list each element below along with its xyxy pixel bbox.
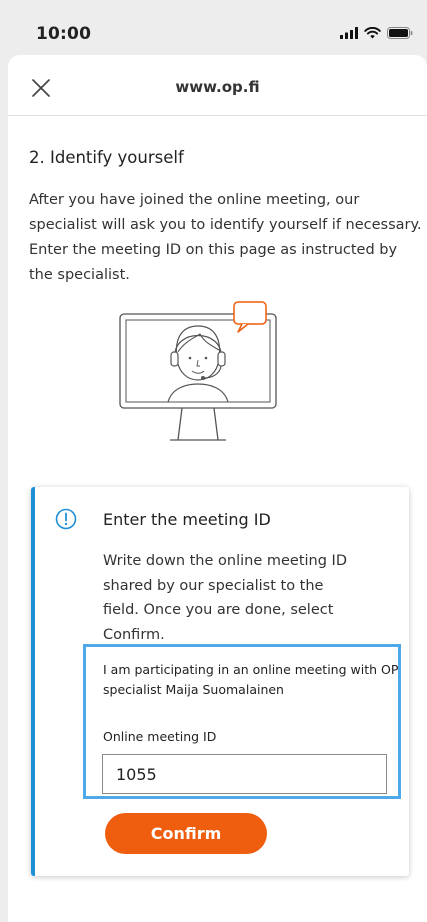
card-title: Enter the meeting ID [103, 510, 271, 529]
battery-icon [387, 27, 413, 39]
meeting-id-card: Enter the meeting ID Write down the onli… [31, 487, 409, 876]
url-title: www.op.fi [175, 78, 260, 96]
wifi-icon [364, 27, 381, 39]
status-icons [340, 24, 413, 42]
status-time: 10:00 [36, 24, 92, 44]
confirm-button[interactable]: Confirm [105, 813, 267, 854]
browser-nav-bar: www.op.fi [8, 55, 427, 116]
card-instructions: Write down the online meeting ID shared … [103, 553, 347, 643]
browser-sheet: www.op.fi 2. Identify yourself After you… [8, 55, 427, 922]
step-description: After you have joined the online meeting… [29, 192, 422, 283]
signal-icon [340, 27, 358, 39]
meeting-note: I am participating in an online meeting … [103, 662, 399, 697]
status-bar: 10:00 [0, 0, 427, 56]
meeting-form-highlight: I am participating in an online meeting … [83, 644, 401, 799]
info-icon [55, 508, 77, 530]
meeting-id-input[interactable] [102, 754, 387, 794]
meeting-id-label: Online meeting ID [103, 729, 217, 744]
page-title: 2. Identify yourself [29, 148, 184, 167]
specialist-monitor-icon [119, 301, 277, 441]
